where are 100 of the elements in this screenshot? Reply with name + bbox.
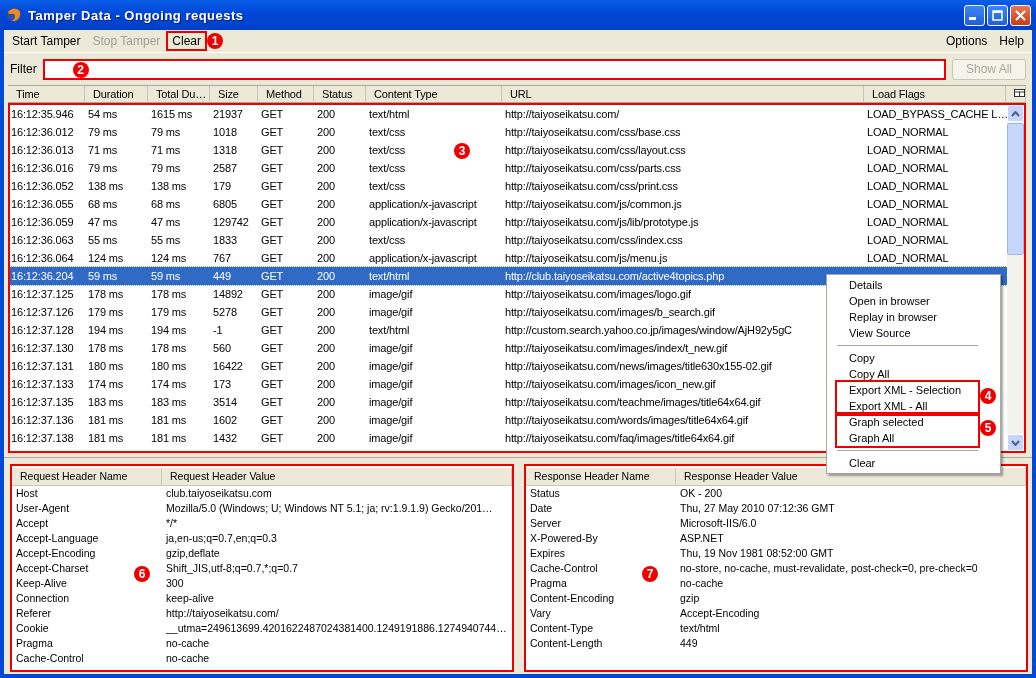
table-cell: 194 ms: [150, 324, 187, 336]
header-value: Mozilla/5.0 (Windows; U; Windows NT 5.1; ja; rv:1.9.1.9) Gecko/201…: [166, 501, 493, 516]
table-cell: 173: [212, 378, 231, 390]
table-cell: GET: [260, 162, 284, 174]
header-value: ASP.NET: [680, 531, 724, 546]
table-cell: 16:12:36.059: [10, 216, 74, 228]
table-cell: 124 ms: [150, 252, 187, 264]
header-name: Keep-Alive: [16, 576, 67, 591]
table-cell: 181 ms: [87, 414, 124, 426]
table-cell: 138 ms: [87, 180, 124, 192]
table-cell: http://taiyoseikatsu.com/js/lib/prototype.js: [504, 216, 699, 228]
table-cell: image/gif: [368, 342, 413, 354]
header-name: Server: [530, 516, 561, 531]
header-value: ja,en-us;q=0.7,en;q=0.3: [166, 531, 277, 546]
table-cell: text/html: [368, 324, 410, 336]
callout-badge: 1: [207, 33, 223, 49]
table-cell: 194 ms: [87, 324, 124, 336]
table-cell: http://taiyoseikatsu.com/news/images/title630x155-02.gif: [504, 360, 772, 372]
header-value: keep-alive: [166, 591, 214, 606]
table-cell: LOAD_NORMAL: [866, 216, 949, 228]
table-cell: application/x-javascript: [368, 198, 477, 210]
table-cell: 16:12:37.126: [10, 306, 74, 318]
header-value: 300: [166, 576, 184, 591]
table-cell: 2587: [212, 162, 237, 174]
header-name: Date: [530, 501, 553, 516]
table-cell: http://taiyoseikatsu.com/css/print.css: [504, 180, 678, 192]
header-name: Connection: [16, 591, 70, 606]
table-cell: 79 ms: [87, 126, 118, 138]
table-cell: 79 ms: [150, 126, 181, 138]
header-name: Cache-Control: [530, 561, 598, 576]
table-cell: image/gif: [368, 378, 413, 390]
table-cell: GET: [260, 360, 284, 372]
table-cell: 16:12:36.013: [10, 144, 74, 156]
table-cell: GET: [260, 432, 284, 444]
table-cell: GET: [260, 324, 284, 336]
table-cell: LOAD_NORMAL: [866, 144, 949, 156]
table-cell: 16422: [212, 360, 243, 372]
table-cell: 129742: [212, 216, 249, 228]
table-cell: 16:12:35.946: [10, 108, 74, 120]
table-cell: GET: [260, 198, 284, 210]
table-cell: http://taiyoseikatsu.com/teachme/images/title64x64.gif: [504, 396, 761, 408]
header-value: OK - 200: [680, 486, 723, 501]
table-cell: 767: [212, 252, 231, 264]
table-cell: text/css: [368, 144, 406, 156]
table-cell: 14892: [212, 288, 243, 300]
table-cell: http://taiyoseikatsu.com/js/menu.js: [504, 252, 668, 264]
table-cell: 200: [316, 288, 335, 300]
header-name: Content-Length: [530, 636, 603, 651]
table-cell: GET: [260, 342, 284, 354]
table-cell: 200: [316, 270, 335, 282]
table-cell: 47 ms: [87, 216, 118, 228]
table-cell: 449: [212, 270, 231, 282]
table-cell: application/x-javascript: [368, 216, 477, 228]
table-cell: 183 ms: [87, 396, 124, 408]
table-cell: 181 ms: [87, 432, 124, 444]
table-cell: text/html: [368, 108, 410, 120]
table-cell: 1318: [212, 144, 237, 156]
table-cell: 200: [316, 414, 335, 426]
table-cell: LOAD_NORMAL: [866, 180, 949, 192]
table-cell: LOAD_NORMAL: [866, 234, 949, 246]
table-cell: 16:12:36.052: [10, 180, 74, 192]
header-name: Accept-Charset: [16, 561, 89, 576]
header-value: Accept-Encoding: [680, 606, 760, 621]
table-cell: http://taiyoseikatsu.com/words/images/title64x64.gif: [504, 414, 748, 426]
header-name: X-Powered-By: [530, 531, 598, 546]
table-cell: GET: [260, 378, 284, 390]
table-cell: 138 ms: [150, 180, 187, 192]
table-cell: 16:12:36.055: [10, 198, 74, 210]
header-value: 449: [680, 636, 698, 651]
table-cell: 47 ms: [150, 216, 181, 228]
header-value: Microsoft-IIS/6.0: [680, 516, 757, 531]
header-name: Accept: [16, 516, 49, 531]
table-cell: 124 ms: [87, 252, 124, 264]
header-name: Content-Type: [530, 621, 594, 636]
table-cell: 200: [316, 108, 335, 120]
table-cell: 200: [316, 198, 335, 210]
header-value: */*: [166, 516, 178, 531]
table-cell: GET: [260, 270, 284, 282]
header-name: Pragma: [530, 576, 567, 591]
table-cell: 16:12:36.063: [10, 234, 74, 246]
table-cell: 174 ms: [150, 378, 187, 390]
table-cell: image/gif: [368, 306, 413, 318]
table-cell: GET: [260, 414, 284, 426]
table-cell: image/gif: [368, 414, 413, 426]
table-cell: 1615 ms: [150, 108, 193, 120]
table-cell: 71 ms: [150, 144, 181, 156]
table-cell: 5278: [212, 306, 237, 318]
header-name: Pragma: [16, 636, 53, 651]
header-name: Host: [16, 486, 38, 501]
table-cell: 178 ms: [150, 288, 187, 300]
header-name: Vary: [530, 606, 551, 621]
table-cell: image/gif: [368, 288, 413, 300]
table-cell: 71 ms: [87, 144, 118, 156]
header-value: no-cache: [166, 636, 210, 651]
table-cell: image/gif: [368, 432, 413, 444]
table-cell: 200: [316, 234, 335, 246]
header-name: Status: [530, 486, 560, 501]
table-cell: 16:12:37.136: [10, 414, 74, 426]
table-cell: 16:12:37.130: [10, 342, 74, 354]
header-value: http://taiyoseikatsu.com/: [166, 606, 279, 621]
